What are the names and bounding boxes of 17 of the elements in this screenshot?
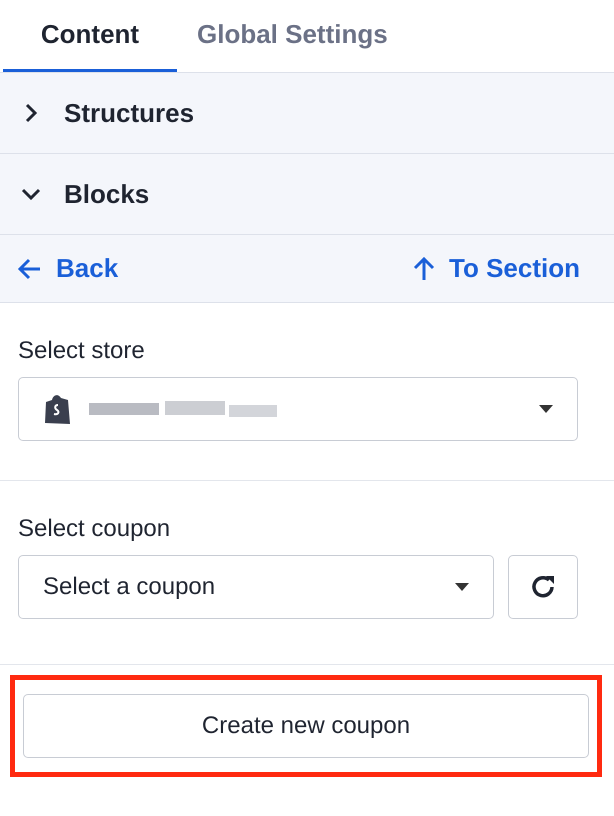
to-section-link[interactable]: To Section (413, 253, 580, 284)
shopping-bag-icon (43, 393, 71, 425)
create-coupon-button[interactable]: Create new coupon (23, 694, 589, 758)
caret-icon (455, 583, 469, 591)
arrow-up-icon (413, 256, 436, 280)
accordion-header[interactable]: Structures (0, 72, 614, 153)
accordion-title: Structures (64, 98, 194, 128)
caret-icon (539, 405, 553, 413)
refresh-button[interactable] (508, 555, 578, 619)
accordion-title: Blocks (64, 178, 150, 210)
coupon-select[interactable]: Select a coupon (18, 555, 494, 619)
field-label: Select coupon (18, 515, 172, 543)
tab[interactable]: Global Settings (177, 0, 408, 72)
back-link[interactable]: Back (18, 253, 118, 284)
arrow-left-icon (18, 258, 42, 280)
field-label: Select store (18, 337, 146, 365)
accordion-header[interactable]: Blocks (0, 153, 614, 234)
